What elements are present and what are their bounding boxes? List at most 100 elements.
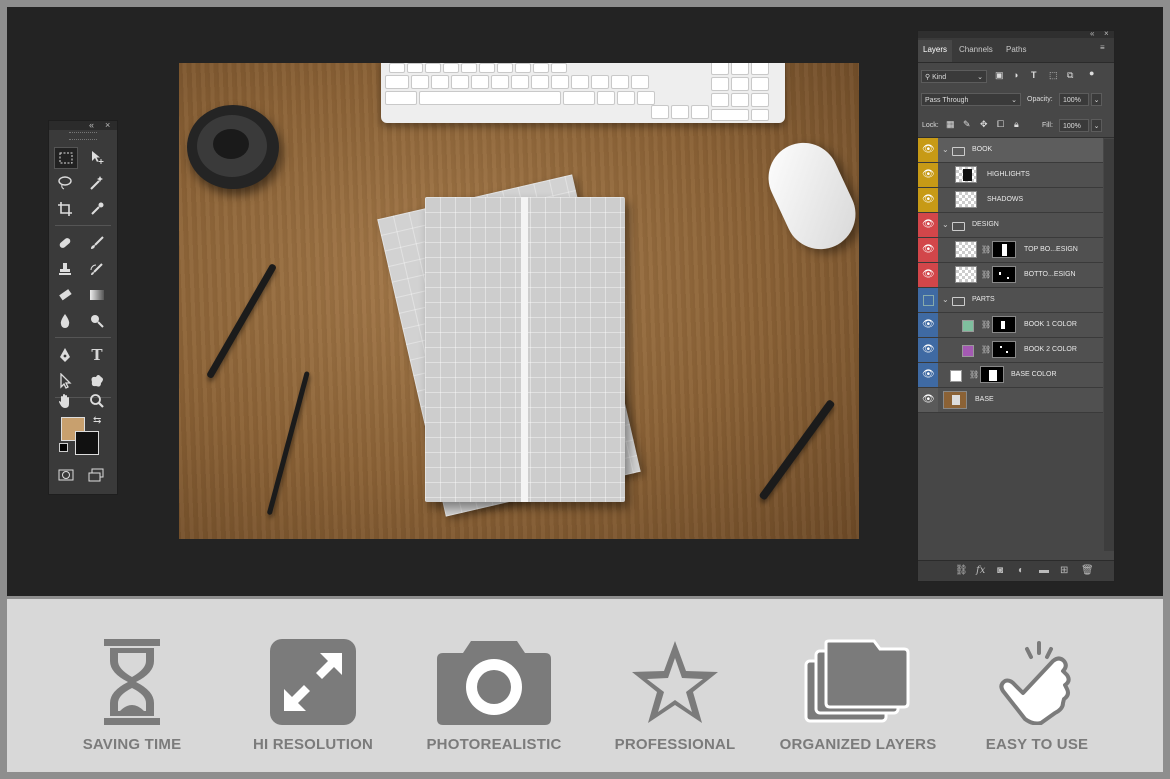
link-icon[interactable]: ⛓︎ — [981, 345, 991, 354]
layer-row-highlights[interactable]: 👁︎ HIGHLIGHTS — [918, 163, 1103, 188]
chevron-down-icon[interactable]: ⌄ — [942, 295, 949, 304]
link-icon[interactable]: ⛓︎ — [969, 370, 979, 379]
layers-scrollbar[interactable] — [1104, 139, 1114, 551]
visibility-eye-icon[interactable]: 👁︎ — [922, 245, 935, 255]
layer-mask-thumbnail[interactable] — [992, 241, 1016, 258]
layer-row-bottom-book-design[interactable]: 👁︎ ⛓︎ BOTTO...ESIGN — [918, 263, 1103, 288]
layer-mask-thumbnail[interactable] — [992, 266, 1016, 283]
gradient-tool[interactable] — [86, 285, 108, 305]
filter-kind-select[interactable]: ⚲ Kind ⌄ — [921, 70, 987, 83]
lock-position-icon[interactable]: ✥ — [980, 119, 988, 130]
move-tool[interactable] — [86, 147, 108, 167]
spot-healing-tool[interactable] — [54, 233, 76, 253]
panel-menu-icon[interactable]: ≡ — [1100, 43, 1105, 52]
fill-color-swatch[interactable] — [962, 345, 974, 357]
layer-row-top-book-design[interactable]: 👁︎ ⛓︎ TOP BO...ESIGN — [918, 238, 1103, 263]
layer-row-design[interactable]: 👁︎ ⌄ DESIGN — [918, 213, 1103, 238]
filter-toggle-icon[interactable]: ● — [1089, 68, 1094, 78]
layer-row-shadows[interactable]: 👁︎ SHADOWS — [918, 188, 1103, 213]
visibility-eye-icon[interactable]: 👁︎ — [922, 195, 935, 205]
quick-mask-tool[interactable] — [55, 465, 77, 485]
visibility-off-box[interactable] — [923, 295, 934, 306]
new-group-icon[interactable]: ▬ — [1039, 565, 1049, 576]
visibility-eye-icon[interactable]: 👁︎ — [922, 145, 935, 155]
document-canvas[interactable] — [179, 63, 859, 539]
fill-color-swatch[interactable] — [962, 320, 974, 332]
visibility-eye-icon[interactable]: 👁︎ — [922, 395, 935, 405]
visibility-eye-icon[interactable]: 👁︎ — [922, 270, 935, 280]
eyedropper-tool[interactable] — [86, 199, 108, 219]
layer-row-base[interactable]: 👁︎ BASE — [918, 388, 1103, 413]
visibility-eye-icon[interactable]: 👁︎ — [922, 370, 935, 380]
close-icon[interactable]: × — [1104, 29, 1109, 38]
tab-paths[interactable]: Paths — [1006, 45, 1026, 54]
lock-artboard-icon[interactable]: ⧠ — [997, 119, 1004, 130]
pen-tool[interactable] — [54, 345, 76, 365]
visibility-eye-icon[interactable]: 👁︎ — [922, 345, 935, 355]
fill-color-swatch[interactable] — [950, 370, 962, 382]
blur-tool[interactable] — [54, 311, 76, 331]
layer-row-book[interactable]: 👁︎ ⌄ BOOK — [918, 138, 1103, 163]
screen-mode-tool[interactable] — [85, 465, 107, 485]
tools-panel-header[interactable]: « × — [49, 120, 117, 130]
shape-filter-icon[interactable]: ⬚ — [1049, 70, 1058, 81]
layer-row-base-color[interactable]: 👁︎ ⛓︎ BASE COLOR — [918, 363, 1103, 388]
type-filter-icon[interactable]: T — [1031, 70, 1037, 80]
lock-transparent-icon[interactable]: ▦ — [946, 119, 955, 130]
layer-row-parts[interactable]: ⌄ PARTS — [918, 288, 1103, 313]
adjustment-layer-icon[interactable]: ◐ — [1018, 565, 1024, 576]
type-tool[interactable]: T — [86, 345, 108, 365]
collapse-icon[interactable]: « — [89, 120, 94, 130]
new-layer-icon[interactable]: ⊞ — [1060, 565, 1068, 576]
adjustment-filter-icon[interactable]: ◑ — [1013, 70, 1018, 80]
link-icon[interactable]: ⛓︎ — [981, 270, 991, 279]
link-icon[interactable]: ⛓︎ — [981, 320, 991, 329]
dodge-tool[interactable] — [86, 311, 108, 331]
lock-pixels-icon[interactable]: ✎ — [963, 119, 971, 130]
eraser-tool[interactable] — [54, 285, 76, 305]
layer-mask-thumbnail[interactable] — [980, 366, 1004, 383]
opacity-dropdown[interactable]: ⌄ — [1091, 93, 1102, 106]
link-layers-icon[interactable]: ⛓︎ — [955, 565, 968, 576]
blend-mode-select[interactable]: Pass Through ⌄ — [921, 93, 1021, 106]
layer-mask-thumbnail[interactable] — [992, 316, 1016, 333]
marquee-tool[interactable] — [54, 147, 78, 169]
add-mask-icon[interactable]: ◙ — [997, 565, 1003, 576]
zoom-tool[interactable] — [86, 391, 108, 411]
magic-wand-tool[interactable] — [86, 173, 108, 193]
fx-icon[interactable]: fx — [976, 565, 985, 576]
panel-grip[interactable] — [69, 132, 97, 140]
smart-object-filter-icon[interactable]: ⧉ — [1067, 70, 1073, 81]
close-icon[interactable]: × — [105, 120, 110, 130]
fill-field[interactable]: 100% — [1059, 119, 1089, 132]
tab-channels[interactable]: Channels — [959, 45, 993, 54]
opacity-field[interactable]: 100% — [1059, 93, 1089, 106]
pixel-filter-icon[interactable]: ▣ — [995, 70, 1004, 81]
default-colors-icon[interactable] — [59, 443, 68, 452]
brush-tool[interactable] — [86, 233, 108, 253]
visibility-eye-icon[interactable]: 👁︎ — [922, 320, 935, 330]
background-color-swatch[interactable] — [75, 431, 99, 455]
path-selection-tool[interactable] — [54, 371, 76, 391]
swap-colors-icon[interactable]: ⇆ — [93, 415, 101, 426]
crop-tool[interactable] — [54, 199, 76, 219]
hand-tool[interactable] — [54, 391, 76, 411]
stamp-tool[interactable] — [54, 259, 76, 279]
chevron-down-icon[interactable]: ⌄ — [942, 145, 949, 154]
layer-mask-thumbnail[interactable] — [992, 341, 1016, 358]
history-brush-tool[interactable] — [86, 259, 108, 279]
fill-dropdown[interactable]: ⌄ — [1091, 119, 1102, 132]
layer-row-book-2-color[interactable]: 👁︎ ⛓︎ BOOK 2 COLOR — [918, 338, 1103, 363]
visibility-eye-icon[interactable]: 👁︎ — [922, 220, 935, 230]
visibility-eye-icon[interactable]: 👁︎ — [922, 170, 935, 180]
chevron-down-icon[interactable]: ⌄ — [942, 220, 949, 229]
layer-row-book-1-color[interactable]: 👁︎ ⛓︎ BOOK 1 COLOR — [918, 313, 1103, 338]
lock-all-icon[interactable]: 🔒︎ — [1014, 119, 1019, 130]
shape-tool[interactable] — [86, 371, 108, 391]
tab-layers[interactable]: Layers — [923, 45, 947, 54]
lasso-tool[interactable] — [54, 173, 76, 193]
collapse-icon[interactable]: « — [1090, 29, 1094, 38]
link-icon[interactable]: ⛓︎ — [981, 245, 991, 254]
layers-panel-header[interactable]: « × — [918, 29, 1114, 38]
trash-icon[interactable]: 🗑︎ — [1081, 565, 1094, 576]
